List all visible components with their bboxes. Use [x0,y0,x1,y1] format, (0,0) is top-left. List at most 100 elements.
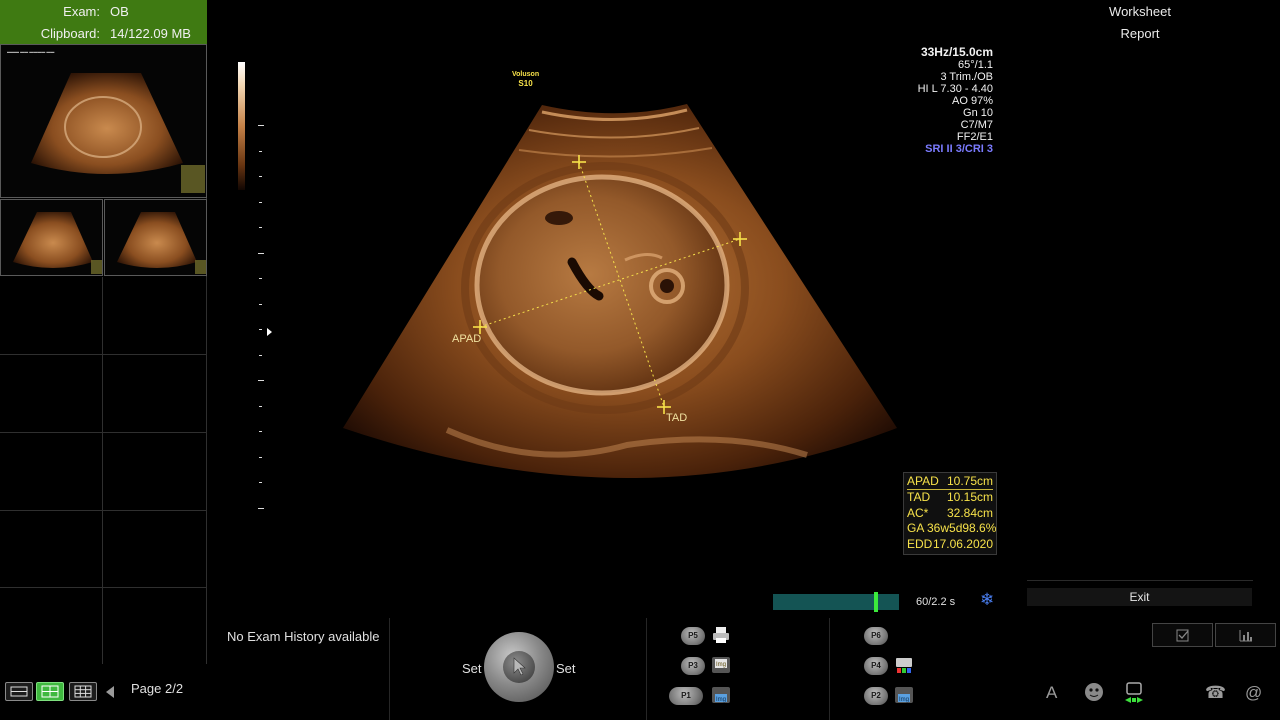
p1-button[interactable]: P1 [669,687,703,705]
p6-button[interactable]: P6 [864,627,888,645]
at-icon[interactable]: @ [1245,683,1262,703]
param-preset: 3 Trim./OB [940,71,993,83]
annotation-icon[interactable]: A [1046,683,1057,703]
measurement-row: APAD 10.75cm [907,474,993,491]
probe-model: S10 [518,79,533,88]
grid-layout-icon [74,685,92,698]
param-sri: SRI II 3/CRI 3 [925,143,993,155]
p5-button[interactable]: P5 [681,627,705,645]
quad-layout-button[interactable] [36,682,64,701]
single-layout-button[interactable] [5,682,33,701]
single-layout-icon [10,686,28,697]
exam-value: OB [110,4,129,19]
measurement-name: TAD [907,490,931,505]
clipboard-row: Clipboard: 14/122.09 MB [0,26,207,42]
snowflake-icon[interactable]: ❄ [980,590,994,610]
clipboard-thumbnail[interactable]: ▬▬▬ ▬▬ ▬▬▬▬ ▬▬ [0,44,207,198]
view-tools: Page 2/2 [0,672,207,712]
p3-button[interactable]: P3 [681,657,705,675]
svg-text:Img: Img [899,697,909,703]
thumbnail-meas [181,165,205,193]
param-frequency-depth: 33Hz/15.0cm [920,45,993,59]
svg-text:Img: Img [716,662,726,668]
exit-button[interactable]: Exit [1027,588,1252,606]
cine-slider-handle[interactable] [874,592,878,612]
body-mark-icon[interactable] [1084,682,1104,702]
exam-row: Exam: OB [0,4,207,20]
thumbnail-image [13,212,93,268]
clipboard-thumbnail[interactable] [0,199,103,276]
param-cm: C7/M7 [960,119,993,131]
exam-header: Exam: OB Clipboard: 14/122.09 MB [0,0,207,44]
exam-history-status: No Exam History available [227,629,380,644]
thumbnail-image [117,212,197,268]
measurement-row: EDD 17.06.2020 [907,537,993,552]
report-link[interactable]: Report [1040,26,1240,41]
empty-slot [103,433,207,511]
image-parameters: 33Hz/15.0cm 65°/1.1 3 Trim./OB HI L 7.30… [918,45,993,155]
measurement-results[interactable]: APAD 10.75cm TAD 10.15cm AC* 32.84cm GA 36w… [903,472,997,555]
thumbnail-meas [91,260,102,274]
measurement-value: 10.75cm [946,474,993,488]
p4-button[interactable]: P4 [864,657,888,675]
empty-slot [103,277,207,355]
measurement-row: AC* 32.84cm [907,506,993,521]
store-image-icon[interactable]: Img [894,686,914,704]
measurement-value: 98.6% [962,521,997,536]
empty-slot [0,588,103,664]
param-ao: AO 97% [952,95,993,107]
tad-caliper-label: TAD [666,412,687,424]
param-gain: Gn 10 [963,107,993,119]
measurement-value: 10.15cm [946,490,993,505]
empty-slot [0,355,103,433]
divider [1027,580,1253,581]
measurement-name: EDD [907,536,933,551]
measurement-value: 32.84cm [946,505,993,520]
divider [389,618,390,720]
param-angle: 65°/1.1 [958,59,993,71]
divider [646,618,647,720]
empty-slot [0,511,103,588]
thumbnail-image: ▬▬▬ ▬▬ ▬▬▬▬ ▬▬ [7,49,183,174]
p2-button[interactable]: P2 [864,687,888,705]
grid-layout-button[interactable] [69,682,97,701]
exam-label: Exam: [63,4,100,19]
set-right-label[interactable]: Set [556,661,576,676]
page-prev-icon[interactable] [106,686,114,698]
empty-slot [103,511,207,588]
page-label: Page 2/2 [131,681,184,696]
store-image-icon[interactable]: Img [711,686,731,704]
probe-logo: Voluson S10 [512,70,539,88]
set-left-label[interactable]: Set [462,661,482,676]
save-image-icon[interactable]: Img [711,656,731,674]
cine-label: 60/2.2 s [916,596,956,608]
empty-slot [103,355,207,433]
worksheet-link[interactable]: Worksheet [1040,4,1240,19]
color-print-icon[interactable] [894,656,914,674]
checklist-button[interactable] [1152,623,1213,647]
probe-brand: Voluson [512,71,540,78]
param-hi: HI L 7.30 - 4.40 [917,83,993,95]
empty-slot [0,277,103,355]
measurement-row: GA 36w5d 98.6% [907,521,997,536]
clipboard-value: 14/122.09 MB [110,26,191,41]
measurement-name: AC* [907,505,929,520]
chart-button[interactable] [1215,623,1276,647]
probe-select-icon[interactable] [1123,681,1145,705]
clipboard-label: Clipboard: [40,26,100,41]
measurement-name: GA 36w5d [907,521,963,536]
thumbnail-meas [195,260,206,274]
phone-icon[interactable]: ☎ [1205,683,1226,703]
svg-text:Img: Img [716,697,726,703]
bar-chart-icon [1239,630,1252,642]
cursor-pointer-icon [513,657,526,676]
cine-loop-slider[interactable] [773,592,899,612]
trackball[interactable] [484,632,554,702]
printer-icon[interactable] [711,626,731,644]
measurement-row: TAD 10.15cm [907,490,993,505]
clipboard-grid: ▬▬▬ ▬▬ ▬▬▬▬ ▬▬ [0,44,207,664]
divider [829,618,830,720]
empty-slot [103,588,207,664]
clipboard-thumbnail[interactable] [104,199,207,276]
quad-layout-icon [41,685,59,698]
